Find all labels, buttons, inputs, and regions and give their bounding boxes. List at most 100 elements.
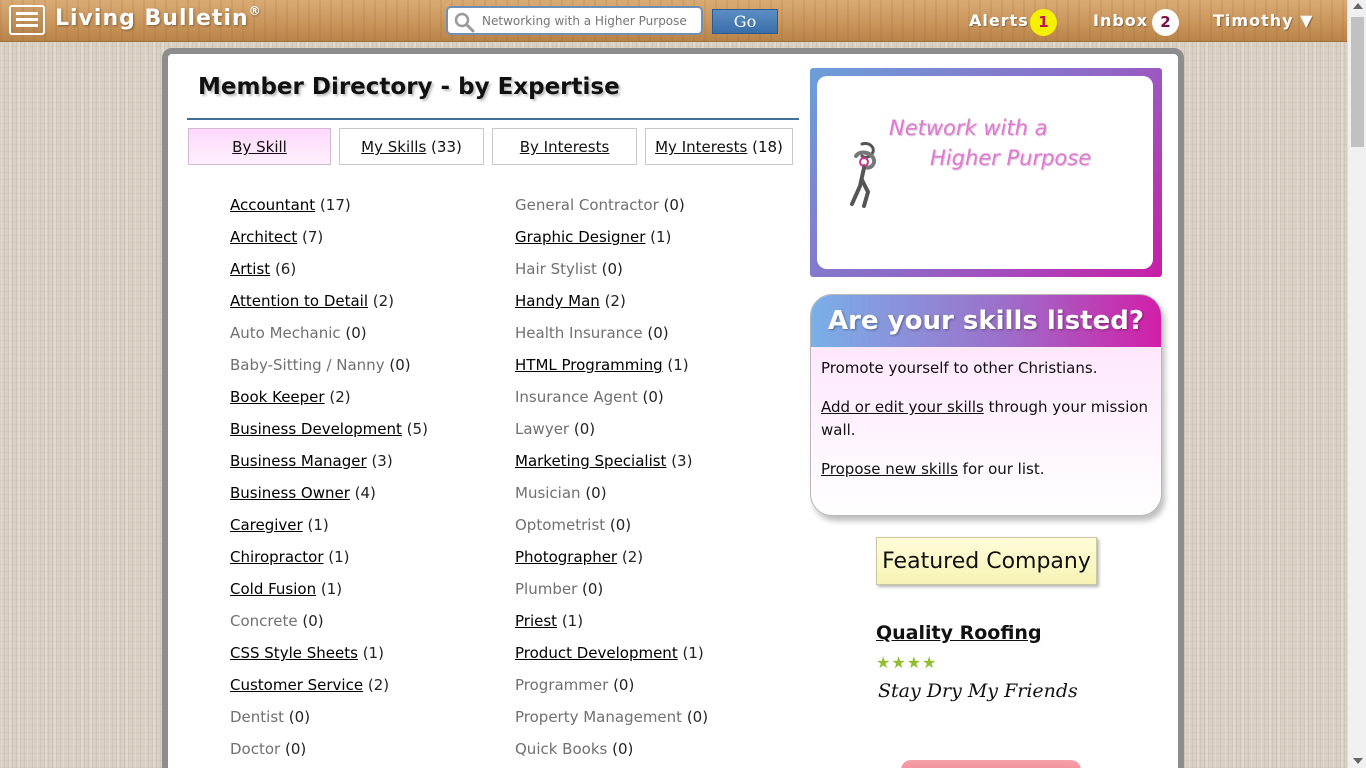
skill-list-item[interactable]: Business Manager (3) xyxy=(230,450,393,472)
skill-name[interactable]: Product Development xyxy=(515,644,678,662)
skills-promo-text: Promote yourself to other Christians. xyxy=(821,359,1098,377)
tab-count: (18) xyxy=(747,138,783,156)
skill-list-item[interactable]: Customer Service (2) xyxy=(230,674,389,696)
scroll-up-arrow-icon[interactable] xyxy=(1353,3,1363,9)
skill-list-item[interactable]: CSS Style Sheets (1) xyxy=(230,642,384,664)
skill-list-item[interactable]: Artist (6) xyxy=(230,258,296,280)
alerts-link[interactable]: Alerts xyxy=(969,11,1029,30)
skill-member-count: (1) xyxy=(357,644,384,662)
tab-label: By Skill xyxy=(232,138,287,156)
brand-logo[interactable]: Living Bulletin® xyxy=(55,4,262,31)
skill-list-item[interactable]: Architect (7) xyxy=(230,226,323,248)
user-menu[interactable]: Timothy ▼ xyxy=(1213,11,1313,30)
page-title: Member Directory - by Expertise xyxy=(198,74,620,100)
skill-name[interactable]: Priest xyxy=(515,612,557,630)
skill-name[interactable]: Accountant xyxy=(230,196,315,214)
skill-name[interactable]: Architect xyxy=(230,228,297,246)
tab-by-skill[interactable]: By Skill xyxy=(188,128,331,165)
skill-list-item[interactable]: Book Keeper (2) xyxy=(230,386,351,408)
tab-label: My Interests xyxy=(655,138,748,156)
scroll-down-arrow-icon[interactable] xyxy=(1353,758,1363,764)
skill-member-count: (3) xyxy=(666,452,693,470)
banner-line-1: Network with a xyxy=(889,116,1048,140)
skill-list-item: Baby-Sitting / Nanny (0) xyxy=(230,354,411,376)
skill-name[interactable]: Chiropractor xyxy=(230,548,324,566)
search-box xyxy=(446,6,703,35)
skill-list-item[interactable]: Handy Man (2) xyxy=(515,290,626,312)
scroll-thumb[interactable] xyxy=(1351,17,1364,147)
tab-my-skills[interactable]: My Skills (33) xyxy=(339,128,484,165)
skill-list-item[interactable]: Chiropractor (1) xyxy=(230,546,350,568)
skill-member-count: (0) xyxy=(580,484,607,502)
inbox-link[interactable]: Inbox xyxy=(1093,11,1148,30)
tab-my-interests[interactable]: My Interests (18) xyxy=(645,128,793,165)
inbox-count-badge[interactable]: 2 xyxy=(1152,9,1179,36)
skill-name[interactable]: Caregiver xyxy=(230,516,303,534)
company-slogan: Stay Dry My Friends xyxy=(878,680,1078,702)
partial-button[interactable] xyxy=(901,760,1081,768)
skill-member-count: (0) xyxy=(642,324,669,342)
skill-name: Plumber xyxy=(515,580,578,598)
search-icon xyxy=(454,12,475,33)
skill-name[interactable]: Marketing Specialist xyxy=(515,452,666,470)
skill-name[interactable]: Handy Man xyxy=(515,292,600,310)
skill-member-count: (0) xyxy=(658,196,685,214)
higher-purpose-banner[interactable]: Network with a Higher Purpose xyxy=(810,68,1162,277)
skill-member-count: (6) xyxy=(270,260,297,278)
featured-company-link[interactable]: Quality Roofing xyxy=(876,622,1042,644)
skill-name[interactable]: Business Owner xyxy=(230,484,350,502)
skill-name[interactable]: Book Keeper xyxy=(230,388,325,406)
skill-name[interactable]: Business Development xyxy=(230,420,402,438)
skill-list-item[interactable]: Marketing Specialist (3) xyxy=(515,450,692,472)
skill-member-count: (2) xyxy=(324,388,351,406)
skill-name[interactable]: Graphic Designer xyxy=(515,228,645,246)
skill-member-count: (1) xyxy=(677,644,704,662)
propose-skills-link[interactable]: Propose new skills xyxy=(821,460,958,478)
alerts-count-badge[interactable]: 1 xyxy=(1030,9,1057,36)
skill-name: Programmer xyxy=(515,676,609,694)
skill-list-item[interactable]: Business Development (5) xyxy=(230,418,428,440)
skill-member-count: (1) xyxy=(316,580,343,598)
hamburger-menu-icon[interactable] xyxy=(9,5,45,35)
skill-name: Property Management xyxy=(515,708,683,726)
skill-list-item[interactable]: Product Development (1) xyxy=(515,642,704,664)
skill-member-count: (0) xyxy=(569,420,596,438)
skill-name[interactable]: Photographer xyxy=(515,548,617,566)
tab-by-interests[interactable]: By Interests xyxy=(492,128,637,165)
search-input[interactable] xyxy=(482,11,694,31)
skill-member-count: (0) xyxy=(577,580,604,598)
tab-count: (33) xyxy=(426,138,462,156)
skill-list-item: Concrete (0) xyxy=(230,610,324,632)
add-edit-skills-link[interactable]: Add or edit your skills xyxy=(821,398,984,416)
skill-name[interactable]: Customer Service xyxy=(230,676,363,694)
skill-name: Concrete xyxy=(230,612,298,630)
main-content-panel: Member Directory - by Expertise By Skill… xyxy=(162,48,1184,768)
page-scrollbar[interactable] xyxy=(1347,0,1366,768)
skill-name[interactable]: Cold Fusion xyxy=(230,580,316,598)
skill-member-count: (1) xyxy=(557,612,584,630)
skill-list-item[interactable]: Priest (1) xyxy=(515,610,583,632)
skill-list-item[interactable]: Attention to Detail (2) xyxy=(230,290,394,312)
skill-name[interactable]: Attention to Detail xyxy=(230,292,368,310)
skill-member-count: (0) xyxy=(297,612,324,630)
skill-name[interactable]: Artist xyxy=(230,260,270,278)
skill-name[interactable]: Business Manager xyxy=(230,452,367,470)
skill-list-item: Quick Books (0) xyxy=(515,738,633,760)
skill-member-count: (0) xyxy=(384,356,411,374)
skill-member-count: (0) xyxy=(637,388,664,406)
skill-list-item[interactable]: Accountant (17) xyxy=(230,194,351,216)
banner-line-2: Higher Purpose xyxy=(930,146,1092,170)
skill-member-count: (2) xyxy=(599,292,626,310)
skill-list-item[interactable]: HTML Programming (1) xyxy=(515,354,689,376)
skill-list-item[interactable]: Business Owner (4) xyxy=(230,482,376,504)
skill-member-count: (0) xyxy=(607,740,634,758)
skill-name: Quick Books xyxy=(515,740,608,758)
skill-list-item[interactable]: Caregiver (1) xyxy=(230,514,329,536)
skill-list-item[interactable]: Cold Fusion (1) xyxy=(230,578,342,600)
skill-list-item[interactable]: Graphic Designer (1) xyxy=(515,226,671,248)
skill-name[interactable]: CSS Style Sheets xyxy=(230,644,358,662)
skill-member-count: (17) xyxy=(315,196,351,214)
skill-name[interactable]: HTML Programming xyxy=(515,356,663,374)
skill-list-item[interactable]: Photographer (2) xyxy=(515,546,643,568)
go-button[interactable]: Go xyxy=(712,9,778,34)
